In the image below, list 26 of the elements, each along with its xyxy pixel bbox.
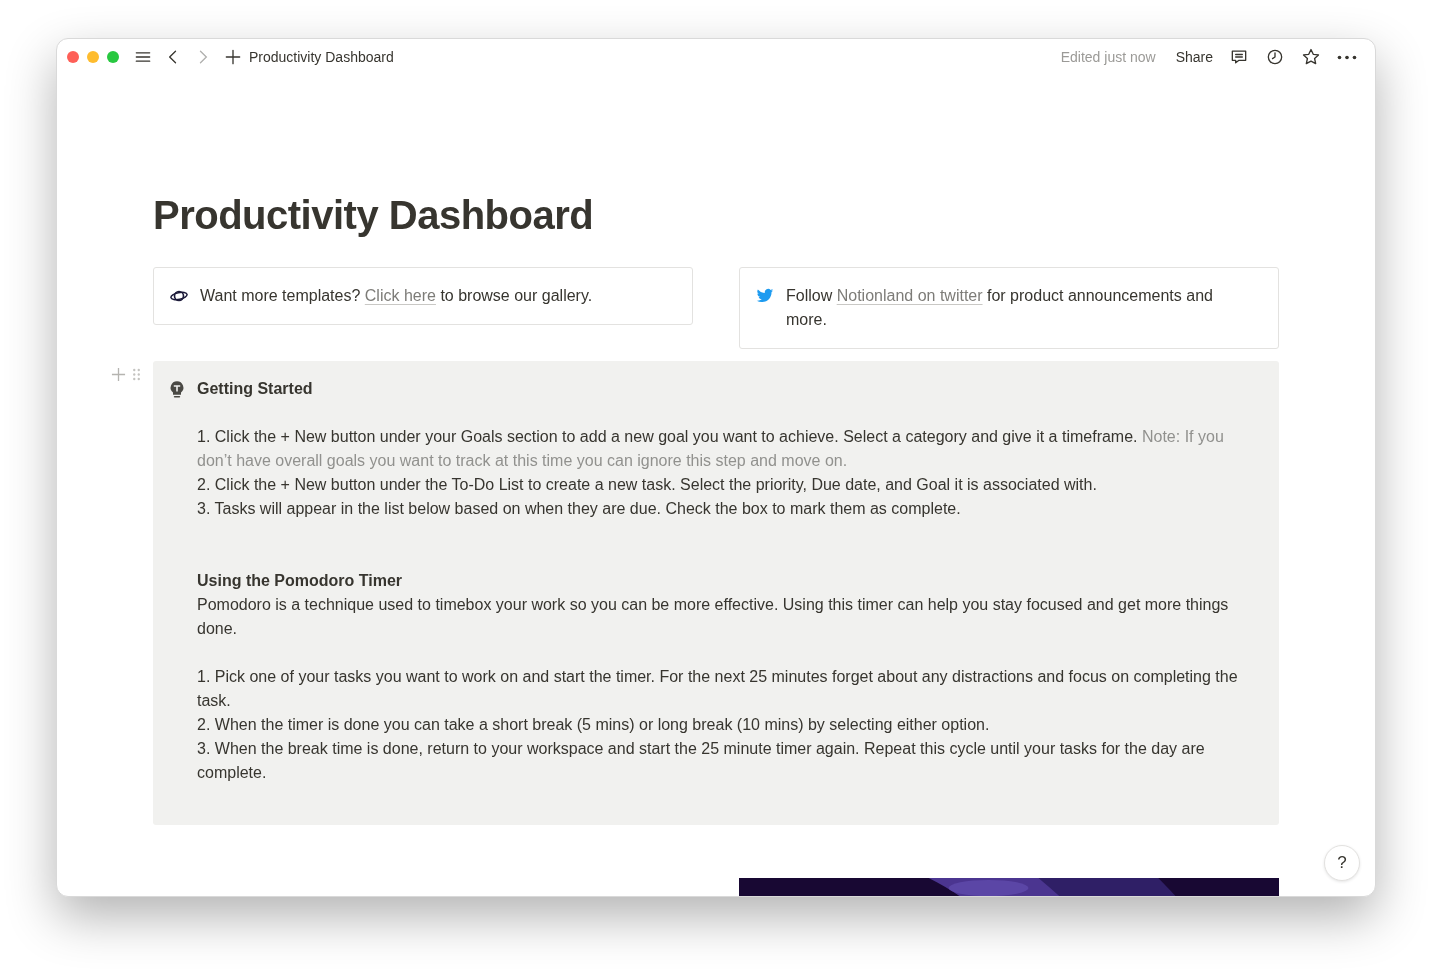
clock-icon[interactable] xyxy=(1265,47,1285,67)
paragraph: 2. Click the + New button under the To-Do List to create a new task. Select the priority, Due date, and Goal it is associated with. xyxy=(197,475,1098,495)
paragraph: 1. Pick one of your tasks you want to work on and start the timer. For the next 25 minutes forget about any distractions and focus on completing the task. xyxy=(197,667,1239,711)
link[interactable]: Click here xyxy=(364,287,436,304)
close-button[interactable] xyxy=(67,51,79,63)
paragraph: Pomodoro is a technique used to timebox your work so you can be more effective. Using this timer can help you stay focused and get more things done. xyxy=(197,595,1230,639)
paragraph: 1. Click the + New button under your Goals section to add a new goal you want to achieve. Select a category and give it a timeframe. Note: If you don’t have overall goals you want to track at this time you can ignore this step and move on. xyxy=(197,427,1225,471)
paragraph: 3. Tasks will appear in the list below based on when they are due. Check the box to mark them as complete. xyxy=(197,499,962,519)
more-icon[interactable] xyxy=(1337,53,1357,61)
window-title[interactable]: Productivity Dashboard xyxy=(249,46,394,68)
share-button[interactable]: Share xyxy=(1175,46,1213,68)
help-button[interactable]: ? xyxy=(1324,845,1360,881)
bird-icon xyxy=(756,287,774,305)
callout-text: Want more templates? Click here to browse our gallery. xyxy=(200,286,594,306)
page-title: Productivity Dashboard xyxy=(153,192,595,239)
callout-text: Follow Notionland on twitter for product announcements and more. xyxy=(786,286,1214,330)
paragraph: 2. When the timer is done you can take a short break (5 mins) or long break (10 mins) by selecting either option. xyxy=(197,715,991,735)
guide-title: Getting Started xyxy=(197,379,314,399)
add-icon[interactable] xyxy=(223,47,243,67)
star-icon[interactable] xyxy=(1301,47,1321,67)
edited-status: Edited just now xyxy=(1060,47,1156,67)
section-heading: Using the Pomodoro Timer xyxy=(197,571,404,591)
link[interactable]: Notionland on twitter xyxy=(836,287,983,304)
drag-handle-icon[interactable] xyxy=(132,367,141,382)
paragraph: 3. When the break time is done, return to your workspace and start the 25 minute timer again. Repeat this cycle until your tasks for the day are complete. xyxy=(197,739,1206,783)
lightbulb-icon xyxy=(169,380,185,400)
